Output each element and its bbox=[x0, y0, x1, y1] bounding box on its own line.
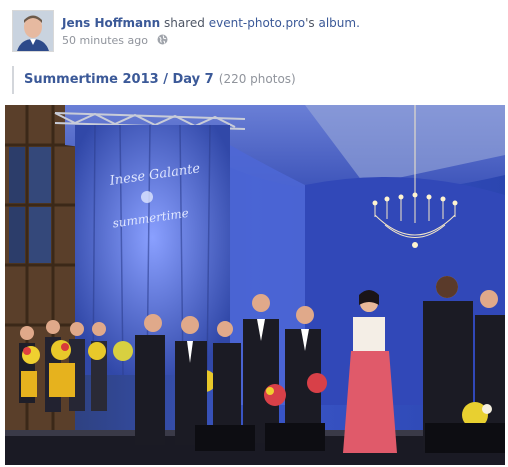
possessive-text: 's bbox=[305, 16, 315, 30]
album-cover-photo[interactable]: Inese Galante summertime bbox=[5, 105, 505, 465]
author-avatar[interactable] bbox=[12, 10, 54, 52]
post-timestamp-row: 50 minutes ago bbox=[62, 34, 168, 48]
post-header: Jens Hoffmann shared event-photo.pro's a… bbox=[12, 10, 502, 54]
globe-icon[interactable] bbox=[157, 34, 168, 48]
album-title-bar: Summertime 2013 / Day 7 (220 photos) bbox=[12, 66, 492, 94]
album-photo-count: (220 photos) bbox=[218, 72, 296, 86]
album-link[interactable]: album. bbox=[318, 16, 359, 30]
author-name-link[interactable]: Jens Hoffmann bbox=[62, 16, 160, 30]
album-title-link[interactable]: Summertime 2013 / Day 7 bbox=[24, 72, 214, 87]
post-timestamp[interactable]: 50 minutes ago bbox=[62, 34, 148, 47]
action-text: shared bbox=[164, 16, 205, 30]
page-name-link[interactable]: event-photo.pro bbox=[209, 16, 305, 30]
post-meta: Jens Hoffmann shared event-photo.pro's a… bbox=[62, 16, 360, 30]
